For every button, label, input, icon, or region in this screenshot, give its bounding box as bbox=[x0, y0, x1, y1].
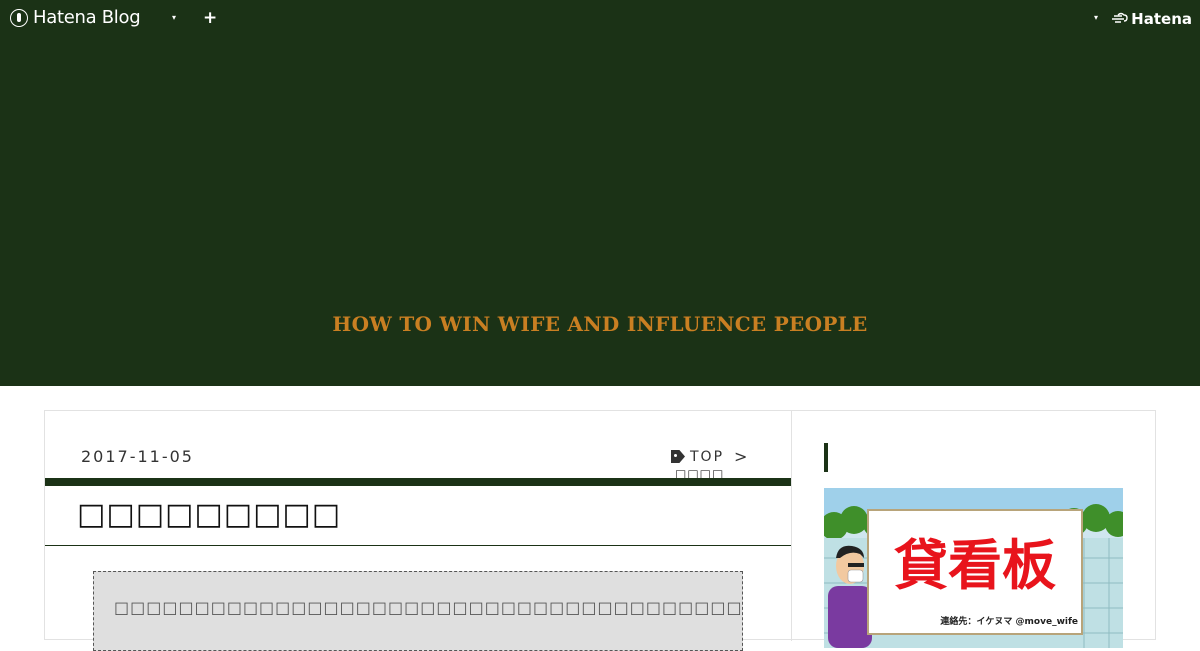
notice-text: □□□□□□□□□□□□□□□□□□□□□□□□□□□□□□□□□□□□□□□□… bbox=[114, 598, 743, 617]
entry-title[interactable]: □□□□□□□□□ bbox=[77, 497, 341, 532]
hatena-cloud-icon bbox=[1112, 12, 1128, 27]
brand-text: Hatena Blog bbox=[33, 7, 141, 28]
global-header: Hatena Blog ▾ + ▾ Hatena bbox=[0, 0, 1200, 38]
billboard-contact: 連絡先：イケヌマ @move_wife bbox=[940, 615, 1078, 627]
billboard-title: 貸看板 bbox=[894, 534, 1056, 597]
add-button[interactable]: + bbox=[203, 8, 217, 28]
menu-caret-icon[interactable]: ▾ bbox=[172, 13, 176, 22]
sidebar-heading-bar bbox=[824, 443, 828, 472]
category-separator: > bbox=[734, 447, 748, 466]
hatena-logo[interactable]: Hatena bbox=[1112, 10, 1192, 28]
sidebar: 貸看板 連絡先：イケヌマ @move_wife bbox=[792, 411, 1155, 648]
blog-title[interactable]: HOW TO WIN WIFE AND INFLUENCE PEOPLE bbox=[0, 312, 1200, 336]
entry-date[interactable]: 2017-11-05 bbox=[81, 447, 194, 466]
entry-categories: TOP > □□□□ bbox=[671, 447, 747, 481]
hatena-blog-logo[interactable]: Hatena Blog bbox=[10, 7, 141, 28]
main-content: 2017-11-05 TOP > □□□□ □□□□□□□□□ □□□□□□□□… bbox=[44, 410, 1156, 651]
entry-divider bbox=[45, 478, 791, 486]
entry: 2017-11-05 TOP > □□□□ □□□□□□□□□ □□□□□□□□… bbox=[45, 411, 792, 651]
tag-icon bbox=[671, 450, 685, 463]
blog-header: HOW TO WIN WIFE AND INFLUENCE PEOPLE bbox=[0, 0, 1200, 386]
billboard-illustration: 貸看板 連絡先：イケヌマ @move_wife bbox=[824, 488, 1123, 648]
title-underline bbox=[45, 545, 791, 546]
hatena-text: Hatena bbox=[1131, 10, 1192, 28]
category-top-link[interactable]: TOP bbox=[690, 449, 724, 465]
hatena-blog-icon bbox=[10, 8, 28, 27]
account-caret-icon[interactable]: ▾ bbox=[1094, 13, 1098, 22]
sidebar-ad-image[interactable]: 貸看板 連絡先：イケヌマ @move_wife bbox=[824, 488, 1123, 648]
notice-box: □□□□□□□□□□□□□□□□□□□□□□□□□□□□□□□□□□□□□□□□… bbox=[93, 571, 743, 651]
